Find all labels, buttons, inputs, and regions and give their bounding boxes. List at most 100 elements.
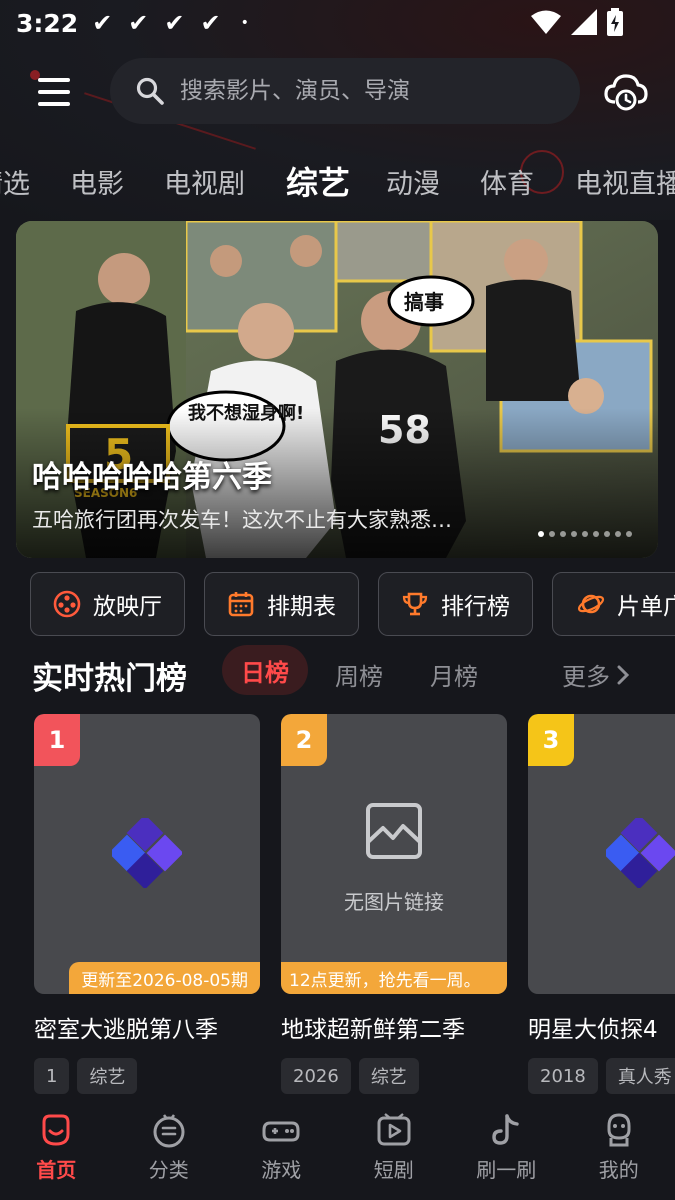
nav-home-label: 首页 [36,1158,77,1182]
tab-tv-series[interactable]: 电视剧 [164,162,245,201]
tab-daily[interactable]: 日榜 [222,645,308,695]
banner-pagination [538,531,632,537]
search-row [0,58,675,124]
nav-swipe[interactable]: 刷一刷 [450,1100,563,1200]
banner-title: 哈哈哈哈哈第六季 [32,460,272,495]
card-tags: 2026 综艺 [281,1058,507,1094]
banner-subtitle: 五哈旅行团再次发车！这次不止有大家熟悉… [32,508,452,532]
screening-hall-label: 放映厅 [93,594,162,620]
card-tags: 2018 真人秀 [528,1058,675,1094]
planet-icon [577,594,605,614]
rank-badge: 3 [528,714,574,766]
broken-image-icon [366,803,422,859]
update-badge: 12点更新，抢先看一周。 [281,962,507,994]
category-tabs: 精选 电影 电视剧 综艺 动漫 体育 电视直播 [0,158,675,204]
ranking-button[interactable]: 排行榜 [378,572,533,636]
schedule-label: 排期表 [267,594,336,620]
status-bar: 3:22 ✔ ✔ ✔ ✔ • [0,0,675,46]
pagination-dot [593,531,599,537]
hot-list-header: 实时热门榜 日榜 周榜 月榜 更多 [0,645,675,697]
ranking-card-2[interactable]: 无图片链接 2 12点更新，抢先看一周。 地球超新鲜第二季 2026 综艺 [281,714,507,1094]
card-poster: 无图片链接 2 12点更新，抢先看一周。 [281,714,507,994]
ranking-label: 排行榜 [441,594,510,620]
pagination-dot [604,531,610,537]
nav-games-label: 游戏 [261,1158,302,1182]
card-title: 地球超新鲜第二季 [281,1017,465,1043]
more-notifications-dot: • [240,15,249,31]
card-tags: 1 综艺 [34,1058,260,1094]
profile-icon [607,1113,631,1147]
download-done-icon: ✔ [128,9,149,37]
nav-profile[interactable]: 我的 [563,1100,675,1200]
more-link[interactable]: 更多 [562,657,630,692]
category-icon [153,1114,185,1148]
trophy-icon [402,592,428,616]
schedule-button[interactable]: 排期表 [204,572,359,636]
tab-movies[interactable]: 电影 [70,162,124,201]
battery-charging-icon [607,8,623,36]
gamepad-icon [262,1121,300,1142]
nav-home[interactable]: 首页 [0,1100,113,1200]
tag: 真人秀 [605,1058,675,1094]
screening-hall-button[interactable]: 放映厅 [30,572,185,636]
search-icon [136,77,164,105]
tag: 2018 [528,1058,598,1094]
pagination-dot [538,531,544,537]
status-time: 3:22 [16,8,79,38]
wifi-icon [531,10,561,34]
home-icon [42,1114,70,1146]
tab-weekly[interactable]: 周榜 [335,657,383,692]
tab-anime[interactable]: 动漫 [386,162,440,201]
calendar-icon [228,592,254,617]
hamburger-menu-icon[interactable] [38,78,74,106]
update-badge: 更新至2026-08-05期 [69,962,260,994]
playlist-square-label: 片单广场 [617,594,675,620]
tag: 2026 [281,1058,351,1094]
chevron-right-icon [617,665,630,684]
download-done-icon: ✔ [200,9,221,37]
no-image-text: 无图片链接 [344,890,444,914]
tab-sports[interactable]: 体育 [480,162,534,201]
rank-badge: 2 [281,714,327,766]
search-input[interactable] [180,78,540,104]
card-title: 明星大侦探4 [528,1017,658,1043]
ranking-card-1[interactable]: 1 更新至2026-08-05期 密室大逃脱第八季 1 综艺 [34,714,260,1094]
rank-badge: 1 [34,714,80,766]
card-title: 密室大逃脱第八季 [34,1017,218,1043]
tag: 1 [34,1058,70,1094]
nav-category-label: 分类 [148,1158,189,1182]
quick-entries: 放映厅 排期表 排行榜 片单广场 [30,572,675,636]
sticker-text-1: 搞事 [404,290,444,314]
nav-profile-label: 我的 [598,1158,639,1182]
nav-short-drama-label: 短剧 [373,1158,414,1182]
tab-monthly[interactable]: 月榜 [430,657,478,692]
more-label: 更多 [562,663,610,691]
tiktok-note-icon [492,1114,519,1145]
nav-short-drama[interactable]: 短剧 [338,1100,451,1200]
pagination-dot [571,531,577,537]
pagination-dot [615,531,621,537]
ranking-card-3[interactable]: 3 明星大侦探4 2018 真人秀 [528,714,675,1094]
hot-list-title: 实时热门榜 [32,661,187,697]
nav-swipe-label: 刷一刷 [476,1158,537,1182]
bottom-navigation: 首页 分类 游戏 短剧 刷一刷 我的 [0,1100,675,1200]
placeholder-logo-icon [606,818,675,888]
cloud-history-icon[interactable] [604,72,648,112]
nav-category[interactable]: 分类 [113,1100,226,1200]
tab-live-tv[interactable]: 电视直播 [575,162,675,201]
download-done-icon: ✔ [92,9,113,37]
tag: 综艺 [77,1058,138,1094]
short-drama-icon [377,1113,411,1146]
playlist-square-button[interactable]: 片单广场 [552,572,675,636]
search-bar[interactable] [110,58,580,124]
pagination-dot [626,531,632,537]
card-poster: 3 [528,714,675,994]
card-poster: 1 更新至2026-08-05期 [34,714,260,994]
tab-variety[interactable]: 综艺 [286,158,350,204]
placeholder-logo-icon [112,818,182,888]
pagination-dot [582,531,588,537]
pagination-dot [560,531,566,537]
tag: 综艺 [358,1058,419,1094]
tab-featured[interactable]: 精选 [0,162,30,201]
nav-games[interactable]: 游戏 [225,1100,338,1200]
